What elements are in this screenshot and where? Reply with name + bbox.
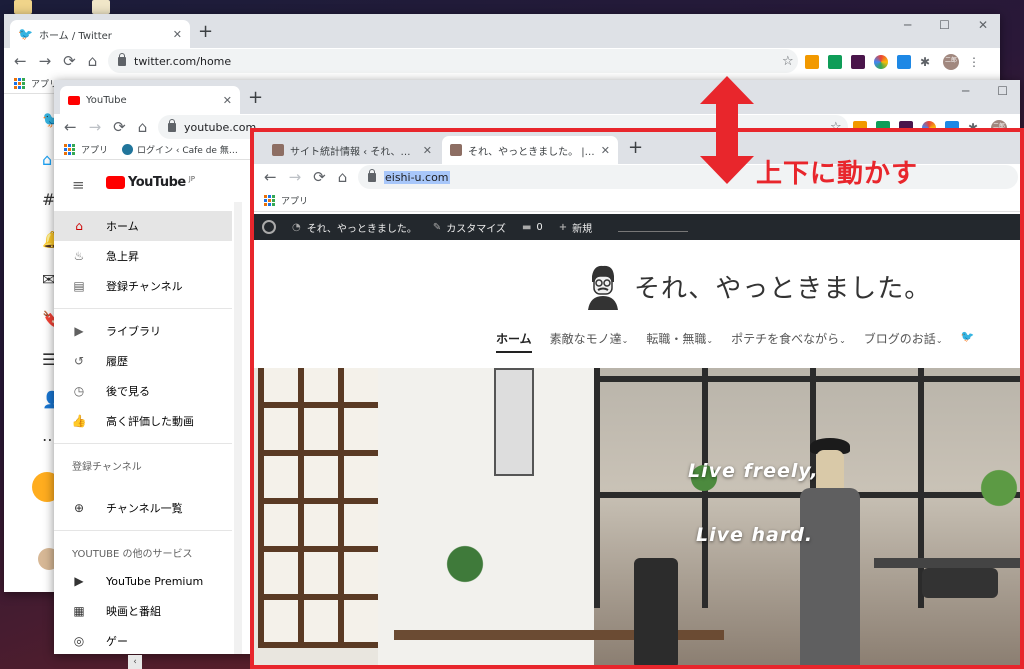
reload-icon[interactable]: ⟳: [63, 52, 76, 70]
tab-title: YouTube: [86, 94, 127, 106]
divider: [54, 443, 232, 444]
url-text: youtube.com: [184, 120, 257, 134]
minimize-icon[interactable]: ─: [904, 18, 911, 32]
thumbs-up-icon: 👍: [71, 414, 87, 428]
hamburger-menu-icon[interactable]: ≡: [72, 176, 85, 194]
youtube-icon: ▶: [74, 574, 84, 588]
sidebar-item-watch-later[interactable]: ◷ 後で見る: [54, 376, 232, 406]
home-icon[interactable]: ⌂: [88, 52, 98, 70]
youtube-favicon: [68, 95, 80, 105]
analytics-extension-icon[interactable]: [805, 55, 819, 69]
close-tab-icon[interactable]: ✕: [223, 94, 232, 107]
twitter-bird-icon: 🐦: [18, 27, 33, 41]
scrollbar[interactable]: [234, 202, 242, 654]
film-icon: ▦: [73, 604, 85, 618]
maximize-icon[interactable]: ☐: [997, 84, 1008, 98]
youtube-play-icon: [106, 176, 125, 189]
annotation-label: 上下に動かす: [756, 159, 919, 189]
star-icon[interactable]: ☆: [782, 55, 796, 69]
divider: [54, 308, 232, 309]
scroll-left-icon[interactable]: ‹: [128, 655, 142, 669]
forward-icon[interactable]: →: [39, 52, 52, 70]
tab-youtube[interactable]: YouTube ✕: [60, 86, 240, 114]
extensions: ☆ ✱ 二郎 ⋮: [782, 54, 982, 70]
gamepad-icon: ◎: [73, 634, 85, 648]
lock-icon: [168, 118, 176, 132]
close-window-icon[interactable]: ✕: [978, 18, 988, 32]
desktop-icon[interactable]: [14, 0, 32, 14]
sidebar-item-liked[interactable]: 👍 高く評価した動画: [54, 406, 232, 436]
subscriptions-heading: 登録チャンネル: [72, 461, 142, 473]
forward-icon[interactable]: →: [89, 118, 102, 136]
library-icon: ▶: [74, 324, 84, 338]
back-icon[interactable]: ←: [14, 52, 27, 70]
window-controls: ─ ☐: [962, 84, 1008, 98]
toolbar: ← → ⟳ ⌂ twitter.com/home ☆ ✱ 二郎 ⋮: [4, 48, 1000, 74]
plus-circle-icon: ⊕: [73, 501, 85, 515]
minimize-icon[interactable]: ─: [962, 84, 969, 98]
apps-icon[interactable]: [14, 78, 25, 89]
avatar[interactable]: 二郎: [943, 54, 959, 70]
close-tab-icon[interactable]: ✕: [173, 28, 182, 41]
color-extension-icon[interactable]: [874, 55, 888, 69]
sidebar-item-gaming[interactable]: ◎ ゲー: [54, 626, 232, 654]
sidebar-item-library[interactable]: ▶ ライブラリ: [54, 316, 232, 346]
sidebar-item-premium[interactable]: ▶ YouTube Premium: [54, 566, 232, 596]
apps-icon[interactable]: [64, 144, 75, 155]
slack-extension-icon[interactable]: [851, 55, 865, 69]
up-down-arrow-icon: [700, 76, 754, 184]
lock-icon: [118, 52, 126, 66]
tab-title: ホーム / Twitter: [38, 30, 112, 42]
home-nav-icon[interactable]: ⌂: [42, 150, 52, 169]
tab-twitter[interactable]: 🐦 ホーム / Twitter ✕: [10, 20, 190, 48]
desktop-icon[interactable]: [92, 0, 110, 14]
other-services-heading: YOUTUBE の他のサービス: [72, 548, 193, 560]
new-tab-button[interactable]: +: [198, 23, 213, 41]
subscriptions-icon: ▤: [73, 279, 85, 293]
flame-icon: ♨: [73, 249, 85, 263]
clock-icon: ◷: [73, 384, 85, 398]
home-icon: ⌂: [75, 219, 83, 233]
maximize-icon[interactable]: ☐: [939, 18, 950, 32]
highlight-frame: [250, 128, 1024, 669]
check-extension-icon[interactable]: [828, 55, 842, 69]
menu-dots-icon[interactable]: ⋮: [968, 55, 982, 69]
sidebar-item-subscriptions[interactable]: ▤ 登録チャンネル: [54, 271, 232, 301]
home-icon[interactable]: ⌂: [138, 118, 148, 136]
wordpress-icon: [122, 144, 134, 155]
sidebar-item-channels-list[interactable]: ⊕ チャンネル一覧: [54, 493, 232, 523]
bookmark-cafe[interactable]: ログイン ‹ Cafe de 無…: [137, 143, 238, 156]
tab-strip: 🐦 ホーム / Twitter ✕ + ─ ☐ ✕: [4, 14, 1000, 48]
window-controls: ─ ☐ ✕: [904, 18, 988, 32]
bookmark-apps[interactable]: アプリ: [81, 143, 108, 156]
sidebar-item-movies[interactable]: ▦ 映画と番組: [54, 596, 232, 626]
address-bar[interactable]: twitter.com/home: [108, 49, 798, 73]
history-icon: ↺: [73, 354, 85, 368]
s-extension-icon[interactable]: [897, 55, 911, 69]
puzzle-icon[interactable]: ✱: [920, 55, 934, 69]
sidebar-item-home[interactable]: ⌂ ホーム: [54, 211, 232, 241]
divider: [54, 530, 232, 531]
sidebar-item-trending[interactable]: ♨ 急上昇: [54, 241, 232, 271]
url-text: twitter.com/home: [134, 54, 232, 68]
youtube-logo[interactable]: YouTube JP: [106, 175, 195, 190]
reload-icon[interactable]: ⟳: [113, 118, 126, 136]
back-icon[interactable]: ←: [64, 118, 77, 136]
sidebar-item-history[interactable]: ↺ 履歴: [54, 346, 232, 376]
new-tab-button[interactable]: +: [248, 89, 263, 107]
youtube-sidebar: ⌂ ホーム ♨ 急上昇 ▤ 登録チャンネル ▶ ライブラリ ↺ 履歴 ◷ 後で見…: [54, 211, 232, 654]
tab-strip: YouTube ✕ + ─ ☐: [54, 80, 1020, 114]
